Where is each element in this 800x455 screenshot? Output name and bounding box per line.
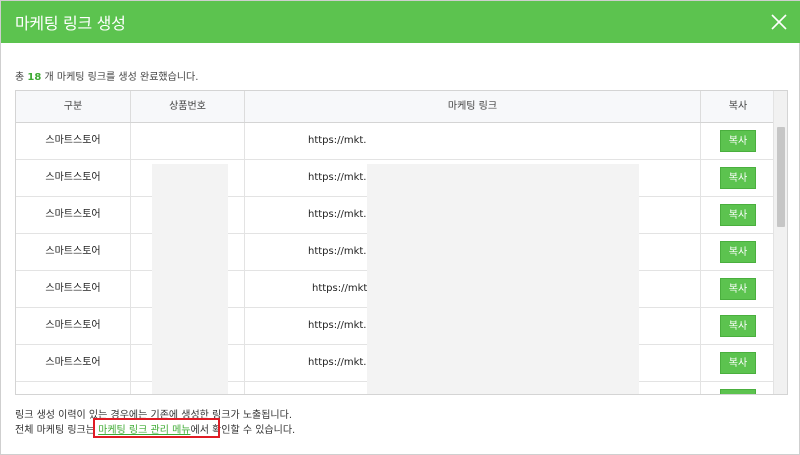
category-cell bbox=[16, 382, 131, 394]
redacted-marketing-links bbox=[367, 164, 639, 394]
copy-button[interactable]: 복사 bbox=[720, 278, 756, 300]
table-header: 구분 상품번호 마케팅 링크 복사 bbox=[16, 91, 775, 123]
modal-title: 마케팅 링크 생성 bbox=[15, 14, 126, 33]
marketing-link-text: https://mkt. bbox=[308, 357, 367, 368]
category-cell: 스마트스토어 bbox=[16, 308, 131, 344]
category-cell: 스마트스토어 bbox=[16, 271, 131, 307]
copy-button[interactable]: 복사 bbox=[720, 167, 756, 189]
summary-prefix: 총 bbox=[15, 72, 25, 83]
link-table: 구분 상품번호 마케팅 링크 복사 스마트스토어 https://mkt. 복사… bbox=[15, 90, 788, 395]
copy-button[interactable]: 복사 bbox=[720, 204, 756, 226]
summary-text: 총 18 개 마케팅 링크를 생성 완료했습니다. bbox=[15, 68, 198, 83]
copy-button[interactable]: 복사 bbox=[720, 130, 756, 152]
copy-cell: 복사 bbox=[701, 160, 775, 196]
copy-cell: 복사 bbox=[701, 382, 775, 394]
copy-button[interactable]: 복사 bbox=[720, 352, 756, 374]
marketing-link-text: https://mkt bbox=[312, 283, 368, 294]
marketing-link-cell: https://mkt. bbox=[245, 123, 701, 159]
table-row: 스마트스토어 https://mkt. 복사 bbox=[16, 123, 775, 160]
summary-suffix: 개 마케팅 링크를 생성 완료했습니다. bbox=[44, 72, 199, 83]
scroll-thumb[interactable] bbox=[777, 127, 785, 227]
modal-header: 마케팅 링크 생성 bbox=[1, 1, 800, 43]
copy-button[interactable]: 복사 bbox=[720, 241, 756, 263]
manage-note-prefix: 전체 마케팅 링크는 bbox=[15, 425, 95, 436]
product-number-cell bbox=[131, 123, 245, 159]
copy-cell: 복사 bbox=[701, 197, 775, 233]
copy-cell: 복사 bbox=[701, 123, 775, 159]
highlight-box bbox=[93, 418, 220, 438]
copy-cell: 복사 bbox=[701, 271, 775, 307]
marketing-link-text: https://mkt. bbox=[308, 209, 367, 220]
copy-cell: 복사 bbox=[701, 234, 775, 270]
close-icon bbox=[771, 14, 787, 30]
marketing-link-text: https://mkt. bbox=[308, 246, 367, 257]
copy-button[interactable]: 복사 bbox=[720, 315, 756, 337]
marketing-link-text: https://mkt. bbox=[308, 135, 367, 146]
category-cell: 스마트스토어 bbox=[16, 123, 131, 159]
marketing-link-text: https://mkt. bbox=[308, 320, 367, 331]
copy-cell: 복사 bbox=[701, 308, 775, 344]
redacted-product-numbers bbox=[152, 164, 228, 394]
column-header-category: 구분 bbox=[16, 91, 131, 122]
column-header-marketing-link: 마케팅 링크 bbox=[245, 91, 701, 122]
column-header-product-number: 상품번호 bbox=[131, 91, 245, 122]
category-cell: 스마트스토어 bbox=[16, 197, 131, 233]
copy-cell: 복사 bbox=[701, 345, 775, 381]
close-button[interactable] bbox=[767, 10, 791, 34]
marketing-link-modal: 마케팅 링크 생성 총 18 개 마케팅 링크를 생성 완료했습니다. 구분 상… bbox=[0, 0, 800, 455]
category-cell: 스마트스토어 bbox=[16, 160, 131, 196]
category-cell: 스마트스토어 bbox=[16, 234, 131, 270]
table-body: 스마트스토어 https://mkt. 복사 스마트스토어 https://mk… bbox=[16, 123, 775, 394]
category-cell: 스마트스토어 bbox=[16, 345, 131, 381]
summary-count: 18 bbox=[27, 72, 42, 83]
table-scrollbar[interactable] bbox=[773, 91, 787, 394]
copy-button[interactable]: 복사 bbox=[720, 389, 756, 394]
column-header-copy: 복사 bbox=[728, 101, 748, 112]
marketing-link-text: https://mkt. bbox=[308, 172, 367, 183]
